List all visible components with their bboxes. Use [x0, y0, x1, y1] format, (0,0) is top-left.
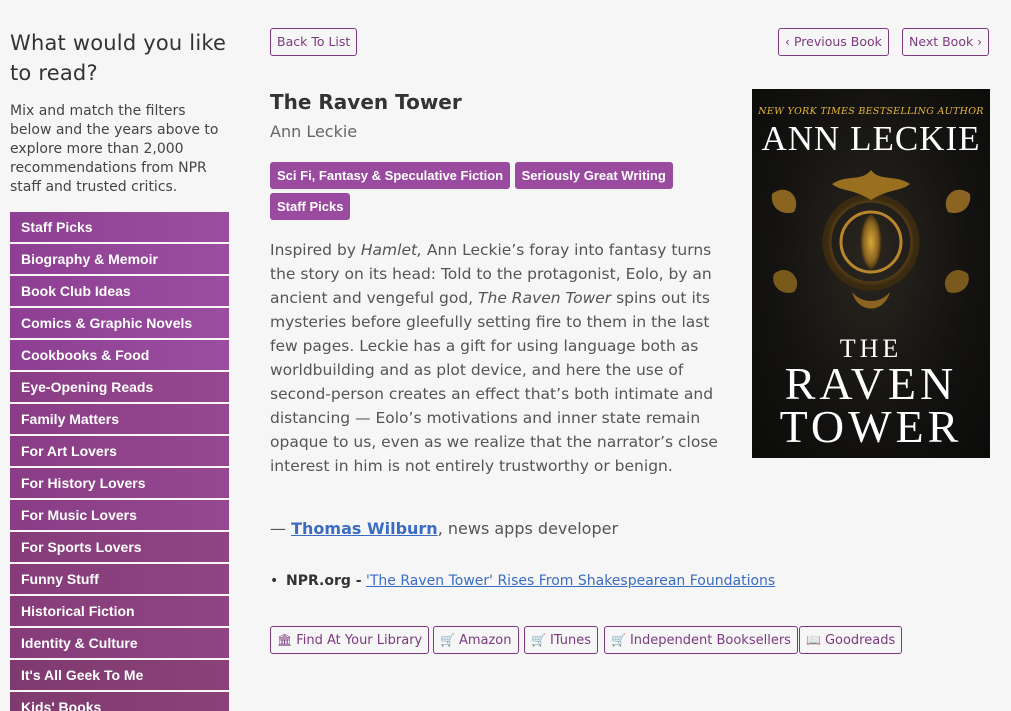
description-emphasis: Hamlet, [360, 241, 422, 259]
description-text: spins out its mysteries before gleefully… [270, 289, 718, 475]
category-for-music-lovers[interactable]: For Music Lovers [10, 500, 229, 530]
sidebar: What would you like to read? Mix and mat… [10, 28, 230, 711]
description-text: Inspired by [270, 241, 361, 259]
category-book-club-ideas[interactable]: Book Club Ideas [10, 276, 229, 306]
tag-seriously-great-writing[interactable]: Seriously Great Writing [514, 162, 673, 189]
category-kids-books[interactable]: Kids' Books [10, 692, 229, 711]
tag-list: Sci Fi, Fantasy & Speculative Fiction Se… [270, 162, 740, 224]
goodreads-button[interactable]: 📖 Goodreads [799, 626, 903, 654]
sidebar-intro: Mix and match the filters below and the … [10, 103, 219, 195]
book-description: Inspired by Hamlet, Ann Leckie’s foray i… [270, 238, 740, 478]
review-source: NPR.org - [286, 573, 362, 589]
category-for-sports-lovers[interactable]: For Sports Lovers [10, 532, 229, 562]
tag-staff-picks[interactable]: Staff Picks [270, 193, 351, 220]
category-its-all-geek-to-me[interactable]: It's All Geek To Me [10, 660, 229, 690]
book-cover-image: NEW YORK TIMES BESTSELLING AUTHOR ANN LE… [752, 89, 990, 458]
list-item: NPR.org - 'The Raven Tower' Rises From S… [270, 573, 775, 589]
cover-tagline: NEW YORK TIMES BESTSELLING AUTHOR [758, 106, 984, 117]
category-comics-graphic-novels[interactable]: Comics & Graphic Novels [10, 308, 229, 338]
category-historical-fiction[interactable]: Historical Fiction [10, 596, 229, 626]
previous-book-button[interactable]: ‹ Previous Book [778, 28, 889, 56]
sidebar-heading: What would you like to read? [10, 31, 227, 85]
reviewer-attribution: — Thomas Wilburn, news apps developer [270, 519, 618, 538]
review-link[interactable]: 'The Raven Tower' Rises From Shakespeare… [366, 573, 775, 589]
library-icon: 🏛 [277, 633, 293, 647]
amazon-button[interactable]: 🛒 Amazon [433, 626, 519, 654]
cart-icon: 🛒 [440, 633, 455, 647]
cart-icon: 🛒 [531, 633, 546, 647]
category-for-history-lovers[interactable]: For History Lovers [10, 468, 229, 498]
buy-label: ITunes [549, 633, 592, 648]
description-emphasis: The Raven Tower [478, 289, 612, 307]
category-for-art-lovers[interactable]: For Art Lovers [10, 436, 229, 466]
cover-author: ANN LECKIE [761, 119, 981, 158]
cart-icon: 🛒 [611, 633, 626, 647]
independent-booksellers-button[interactable]: 🛒 Independent Booksellers [604, 626, 798, 654]
book-title: The Raven Tower [270, 90, 462, 114]
book-author: Ann Leckie [270, 122, 358, 141]
back-to-list-button[interactable]: Back To List [270, 28, 358, 56]
buy-label: Goodreads [824, 633, 896, 648]
buy-label: Amazon [458, 633, 512, 648]
cover-ornament-icon [771, 170, 971, 309]
itunes-button[interactable]: 🛒 ITunes [524, 626, 599, 654]
review-links: NPR.org - 'The Raven Tower' Rises From S… [270, 573, 775, 589]
buy-label: Find At Your Library [296, 633, 423, 648]
reviewer-name-link[interactable]: Thomas Wilburn [291, 519, 438, 538]
category-family-matters[interactable]: Family Matters [10, 404, 229, 434]
book-icon: 📖 [806, 633, 821, 647]
category-cookbooks-food[interactable]: Cookbooks & Food [10, 340, 229, 370]
reviewer-role: , news apps developer [437, 519, 619, 538]
tag-sci-fi-fantasy[interactable]: Sci Fi, Fantasy & Speculative Fiction [270, 162, 511, 189]
category-funny-stuff[interactable]: Funny Stuff [10, 564, 229, 594]
category-eye-opening-reads[interactable]: Eye-Opening Reads [10, 372, 229, 402]
category-list: Staff Picks Biography & Memoir Book Club… [10, 212, 230, 711]
cover-title-line: TOWER [779, 401, 963, 452]
attribution-dash: — [270, 519, 292, 538]
next-book-button[interactable]: Next Book › [902, 28, 990, 56]
category-identity-culture[interactable]: Identity & Culture [10, 628, 229, 658]
book-detail: Back To List ‹ Previous Book Next Book ›… [270, 28, 990, 711]
find-at-library-button[interactable]: 🏛 Find At Your Library [270, 626, 430, 654]
category-staff-picks[interactable]: Staff Picks [10, 212, 229, 242]
category-biography-memoir[interactable]: Biography & Memoir [10, 244, 229, 274]
buy-label: Independent Booksellers [629, 633, 791, 648]
